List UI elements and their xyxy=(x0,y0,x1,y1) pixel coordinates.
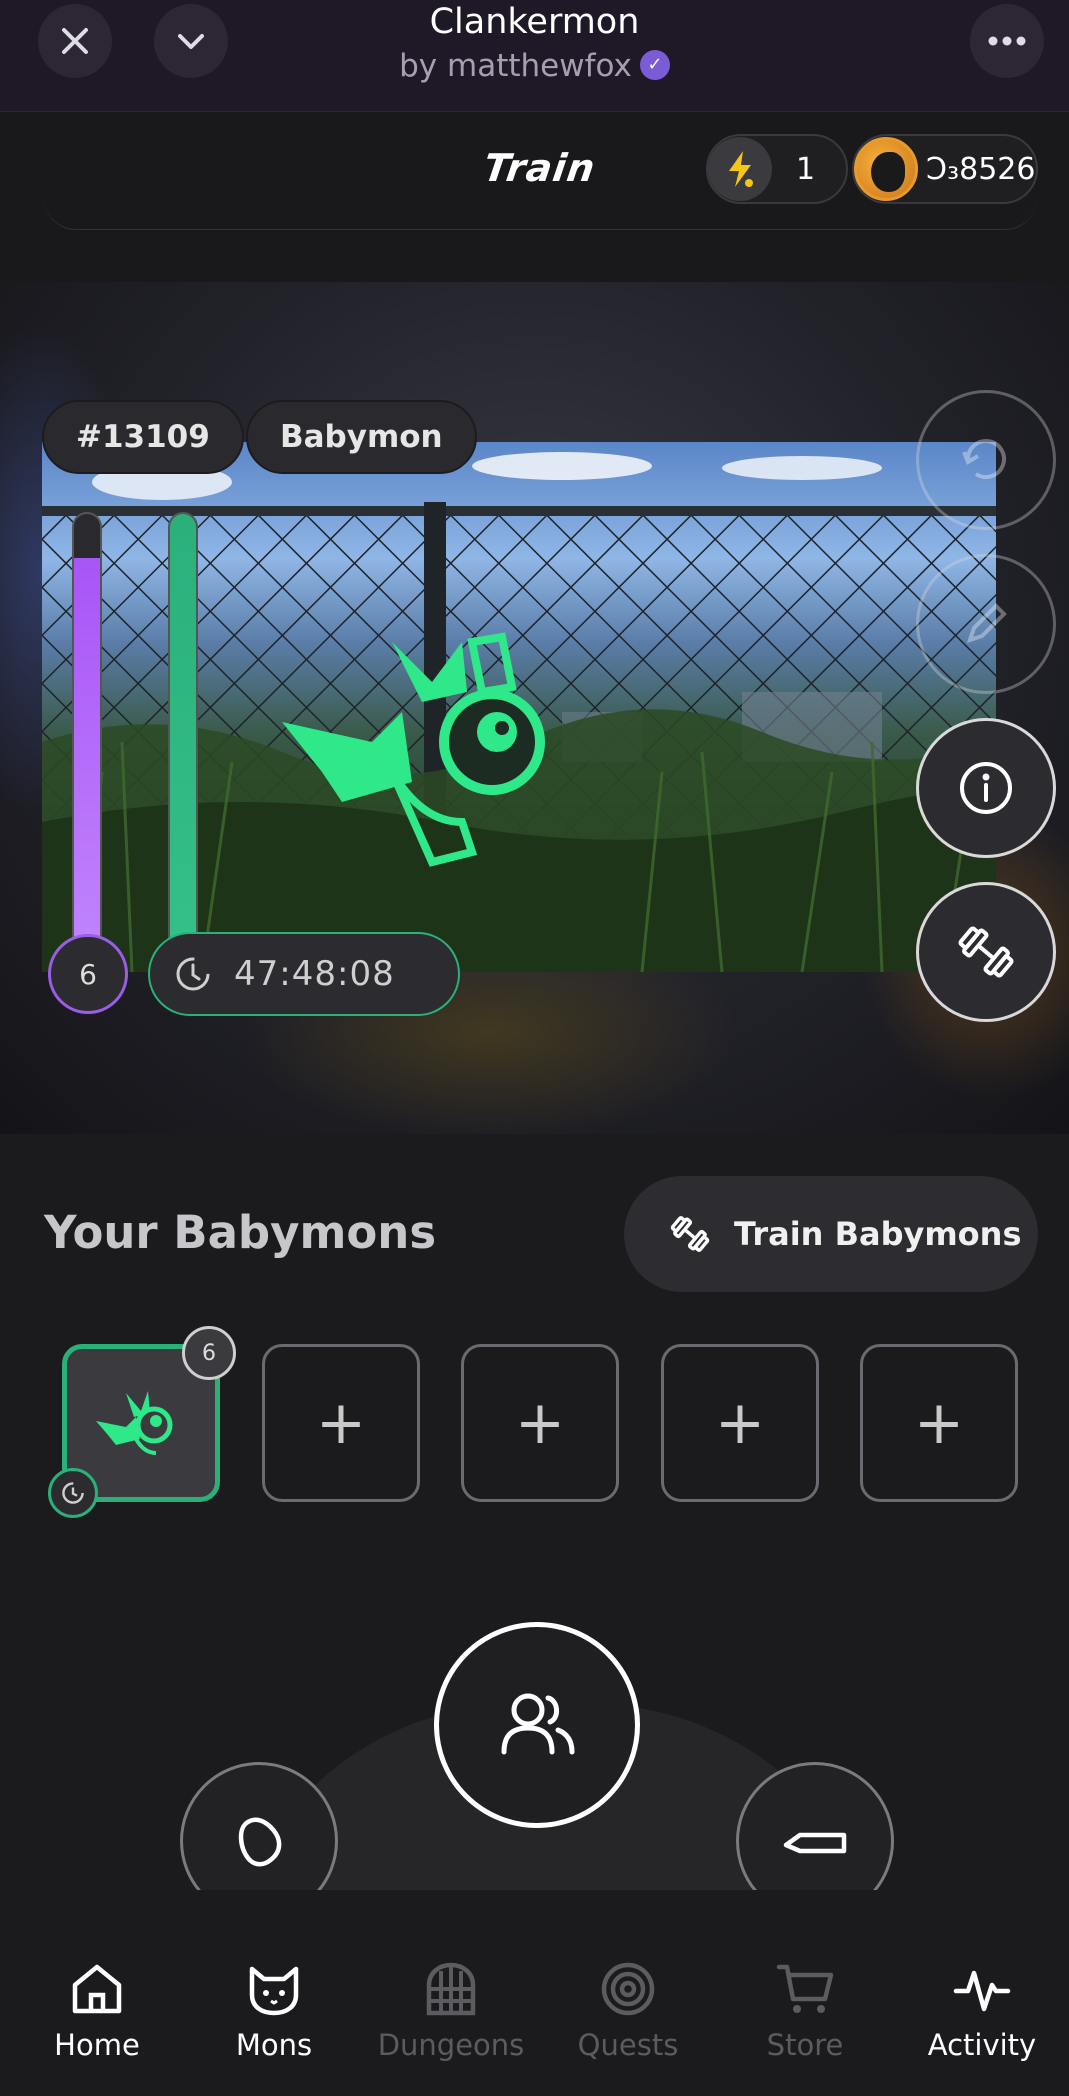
refresh-icon xyxy=(962,439,1006,480)
egg-icon xyxy=(238,1817,282,1867)
author-name: by matthewfox xyxy=(399,48,632,84)
babymon-thumbnail xyxy=(96,1391,173,1455)
mon-stage-tag: Babymon xyxy=(246,400,477,474)
nav-activity-label: Activity xyxy=(927,2028,1037,2062)
cart-icon xyxy=(776,1964,834,2013)
energy-value: 1 xyxy=(796,151,816,187)
verified-icon: ✓ xyxy=(639,49,670,80)
egg-button[interactable] xyxy=(180,1762,338,1890)
add-icon: + xyxy=(913,1388,965,1458)
nav-mons[interactable]: Mons xyxy=(186,1890,362,2090)
nav-store[interactable]: Store xyxy=(717,1890,893,2090)
nav-dungeons[interactable]: Dungeons xyxy=(363,1890,539,2090)
slot-timer-icon xyxy=(48,1468,98,1518)
coin-value: Ↄ₃8526 xyxy=(926,151,1036,187)
training-timer: 47:48:08 xyxy=(148,932,460,1016)
pencil-icon xyxy=(966,603,1007,644)
page-header: Train 1 Ↄ₃8526 xyxy=(0,112,1069,282)
energy-counter[interactable]: 1 xyxy=(706,134,848,204)
energy-bar xyxy=(168,512,198,952)
activity-icon xyxy=(953,1970,1011,2012)
slot-level-badge: 6 xyxy=(182,1326,236,1380)
nav-store-label: Store xyxy=(766,2028,844,2062)
app-author[interactable]: by matthewfox ✓ xyxy=(0,48,1069,84)
more-button[interactable] xyxy=(970,4,1044,78)
info-button[interactable] xyxy=(916,718,1056,858)
gate-icon xyxy=(426,1962,476,2016)
mon-id-tag: #13109 xyxy=(42,400,244,474)
timer-value: 47:48:08 xyxy=(234,954,395,994)
nav-home[interactable]: Home xyxy=(9,1890,185,2090)
app-bar: Clankermon by matthewfox ✓ xyxy=(0,0,1069,112)
bandage-icon xyxy=(783,1832,847,1854)
dumbbell-icon xyxy=(670,1216,710,1252)
app-title: Clankermon xyxy=(429,2,640,42)
nav-mons-label: Mons xyxy=(235,2028,313,2062)
xp-bar-fill xyxy=(74,557,100,950)
add-icon: + xyxy=(315,1388,367,1458)
nav-home-label: Home xyxy=(54,2028,140,2062)
page-title: Train xyxy=(480,146,599,190)
babymon-slot-2[interactable]: + xyxy=(262,1344,420,1502)
babymon-slot-4[interactable]: + xyxy=(661,1344,819,1502)
users-icon xyxy=(501,1693,575,1755)
info-icon xyxy=(960,762,1012,814)
train-babymons-label: Train Babymons xyxy=(734,1215,1022,1253)
home-icon xyxy=(72,1964,122,2014)
mon-hero: #13109 Babymon 6 47:48:08 xyxy=(0,282,1069,1134)
coin-avatar-icon xyxy=(854,137,918,201)
nav-dungeons-label: Dungeons xyxy=(377,2028,525,2062)
babymon-slot-5[interactable]: + xyxy=(860,1344,1018,1502)
section-title: Your Babymons xyxy=(44,1206,437,1259)
babymon-slot-3[interactable]: + xyxy=(461,1344,619,1502)
cat-icon xyxy=(249,1966,299,2016)
nav-quests-label: Quests xyxy=(577,2028,679,2062)
target-icon xyxy=(601,1962,655,2016)
timer-icon xyxy=(176,957,210,991)
edit-button[interactable] xyxy=(916,554,1056,694)
refresh-button[interactable] xyxy=(916,390,1056,530)
coin-counter[interactable]: Ↄ₃8526 xyxy=(852,134,1038,204)
more-icon xyxy=(988,36,1026,46)
xp-bar xyxy=(72,512,102,952)
train-babymons-button[interactable]: Train Babymons xyxy=(624,1176,1038,1292)
nav-activity[interactable]: Activity xyxy=(894,1890,1069,2090)
energy-bar-fill xyxy=(170,514,196,950)
party-button[interactable] xyxy=(434,1622,640,1828)
dumbbell-icon xyxy=(958,926,1014,978)
level-badge: 6 xyxy=(48,934,128,1014)
bottom-nav: Home Mons Dungeons Quests Store Activity xyxy=(0,1890,1069,2096)
bolt-icon xyxy=(708,137,772,201)
add-icon: + xyxy=(714,1388,766,1458)
train-button[interactable] xyxy=(916,882,1056,1022)
nav-quests[interactable]: Quests xyxy=(540,1890,716,2090)
add-icon: + xyxy=(514,1388,566,1458)
